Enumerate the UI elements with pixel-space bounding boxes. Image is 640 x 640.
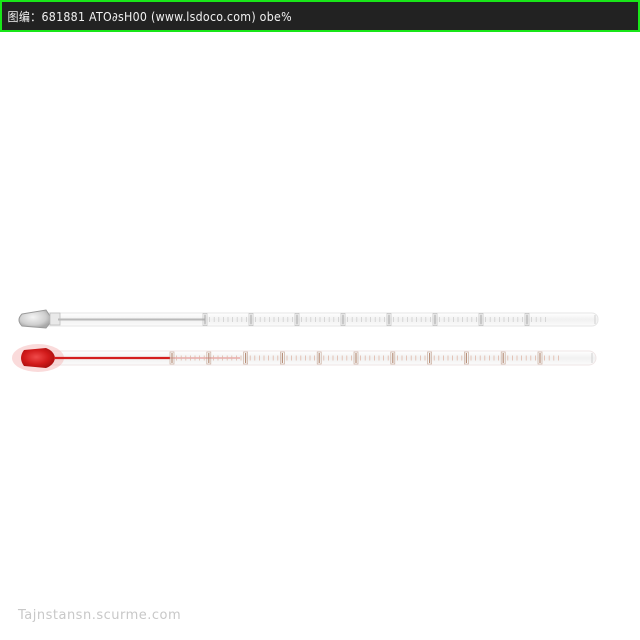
- watermark-text: Tajnstansn.scurme.com: [18, 608, 182, 623]
- thermometer-photo: [12, 309, 599, 372]
- thermometer-red: [12, 344, 597, 372]
- photo-canvas: 图编：681881 ATO∂sH00 (www.lsdoco.com) obe%: [0, 0, 640, 640]
- thermometer-red-bulb: [21, 348, 55, 368]
- thermometer-clear: [18, 309, 599, 329]
- thermometer-clear-bulb: [18, 309, 51, 329]
